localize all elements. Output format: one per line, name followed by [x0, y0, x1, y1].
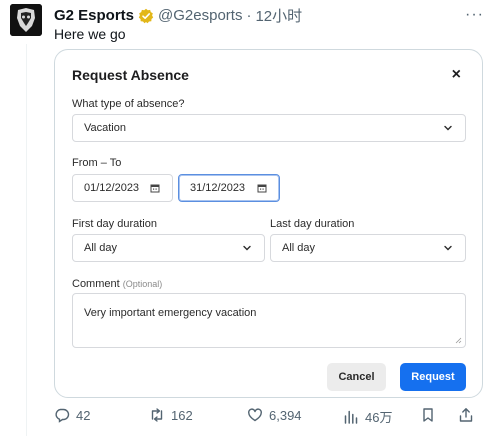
retweet-count: 162: [171, 407, 193, 423]
bookmark-button[interactable]: [420, 407, 436, 423]
avatar[interactable]: [10, 4, 42, 36]
author-name[interactable]: G2 Esports: [54, 7, 134, 24]
comment-label-text: Comment: [72, 278, 120, 290]
views-button[interactable]: 46万: [343, 407, 392, 426]
bookmark-icon: [423, 408, 433, 422]
modal-title: Request Absence: [72, 67, 189, 83]
like-count: 6,394: [269, 407, 302, 423]
range-label: From – To: [72, 157, 122, 169]
timestamp[interactable]: 12小时: [255, 5, 302, 26]
last-day-select[interactable]: All day: [270, 234, 466, 262]
chevron-down-icon: [444, 245, 452, 251]
share-icon: [459, 408, 473, 422]
comment-optional-hint: (Optional): [122, 279, 163, 289]
retweet-icon: [151, 408, 163, 422]
author-handle[interactable]: @G2esports: [158, 7, 242, 24]
comment-label: Comment (Optional): [72, 278, 162, 290]
to-date-input[interactable]: 31/12/2023: [178, 174, 280, 202]
comment-textarea[interactable]: Very important emergency vacation: [72, 293, 466, 348]
cancel-button[interactable]: Cancel: [327, 363, 386, 391]
request-button[interactable]: Request: [400, 363, 466, 391]
separator-dot: ·: [246, 7, 252, 24]
last-day-label: Last day duration: [270, 218, 355, 230]
tweet-header: G2 Esports @G2esports · 12小时: [54, 5, 500, 26]
comment-value: Very important emergency vacation: [84, 307, 257, 319]
like-icon: [248, 408, 262, 422]
share-button[interactable]: [458, 407, 474, 423]
first-day-label: First day duration: [72, 218, 157, 230]
like-button[interactable]: 6,394: [247, 407, 302, 423]
reply-count: 42: [76, 407, 91, 423]
calendar-icon[interactable]: [150, 183, 160, 193]
views-icon: [344, 410, 358, 424]
close-icon[interactable]: ×: [452, 66, 461, 84]
tweet: G2 Esports @G2esports · 12小时 ··· Here we…: [0, 0, 500, 436]
calendar-icon[interactable]: [257, 183, 267, 193]
chevron-down-icon: [243, 245, 251, 251]
views-count: 46万: [365, 410, 393, 425]
reply-icon: [55, 408, 70, 423]
first-day-select[interactable]: All day: [72, 234, 265, 262]
reply-button[interactable]: 42: [54, 407, 90, 423]
absence-type-value: Vacation: [84, 122, 126, 134]
tweet-image-modal[interactable]: Request Absence × What type of absence? …: [54, 49, 483, 398]
more-icon[interactable]: ···: [465, 6, 484, 24]
from-date-value: 01/12/2023: [84, 182, 140, 194]
resize-handle-icon[interactable]: [455, 337, 462, 344]
verified-badge-icon[interactable]: [138, 8, 154, 24]
last-day-value: All day: [282, 242, 316, 254]
tweet-actions: 42 162 6,394 46万: [54, 407, 494, 427]
absence-type-select[interactable]: Vacation: [72, 114, 466, 142]
chevron-down-icon: [444, 125, 452, 131]
thread-rail: [26, 44, 27, 436]
retweet-button[interactable]: 162: [149, 407, 193, 423]
from-date-input[interactable]: 01/12/2023: [72, 174, 173, 202]
absence-type-label: What type of absence?: [72, 98, 185, 110]
tweet-text: Here we go: [54, 26, 126, 42]
first-day-value: All day: [84, 242, 118, 254]
to-date-value: 31/12/2023: [190, 182, 246, 194]
avatar-logo: [10, 4, 42, 36]
